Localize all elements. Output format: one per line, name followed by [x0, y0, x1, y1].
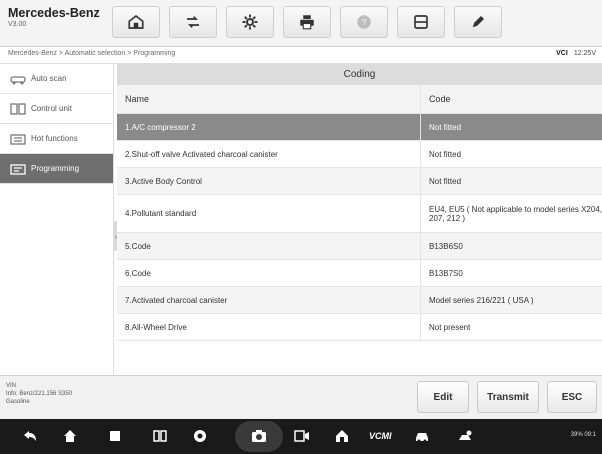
- brand-name: Mercedes-Benz: [8, 6, 100, 20]
- vehicle-home-button[interactable]: [332, 427, 352, 445]
- row-name: 8.All-Wheel Drive: [117, 313, 421, 341]
- sidebar-item-label: Programming: [31, 164, 80, 173]
- sidebar: Auto scan Control unit Hot functions Pro…: [0, 64, 114, 374]
- back-icon: [24, 431, 36, 441]
- row-code: B13B6S0: [420, 232, 602, 260]
- row-name: 2.Shut-off valve Activated charcoal cani…: [117, 140, 421, 168]
- system-nav-bar: VCMI 39% 09:1: [0, 419, 602, 454]
- multi-window-icon: [153, 430, 167, 442]
- hot-functions-icon: [10, 133, 26, 145]
- browser-icon: [194, 430, 206, 442]
- car-icon: [416, 433, 428, 443]
- breadcrumb-bar: Mercedes-Benz > Automatic selection > Pr…: [0, 47, 602, 64]
- sidebar-item-auto-scan[interactable]: Auto scan: [0, 64, 113, 94]
- table-row[interactable]: 2.Shut-off valve Activated charcoal cani…: [117, 140, 602, 168]
- sidebar-item-programming[interactable]: Programming: [0, 154, 113, 184]
- sidebar-item-label: Control unit: [31, 104, 72, 113]
- print-button[interactable]: [283, 6, 331, 38]
- app-version: V3.00: [8, 21, 27, 28]
- edit-icon: [472, 16, 484, 28]
- row-code: Not present: [420, 313, 602, 341]
- row-name: 4.Pollutant standard: [117, 194, 421, 233]
- help-button[interactable]: ?: [340, 6, 388, 38]
- settings-button[interactable]: [226, 6, 274, 38]
- table-row[interactable]: 7.Activated charcoal canister Model seri…: [117, 286, 602, 314]
- row-name: 3.Active Body Control: [117, 167, 421, 195]
- home-icon: [64, 430, 76, 442]
- save-icon: [414, 15, 428, 29]
- top-toolbar: Mercedes-Benz V3.00 ?: [0, 0, 602, 47]
- column-header-name: Name: [117, 85, 421, 114]
- recent-apps-icon: [110, 431, 120, 441]
- action-footer: VIN Info: Benz/221.156 S350 Gasoline Edi…: [0, 375, 602, 420]
- vci-status: VCI: [556, 50, 568, 57]
- multi-window-button[interactable]: [150, 427, 170, 445]
- svg-text:?: ?: [362, 18, 367, 27]
- car-scan-icon: [10, 73, 26, 85]
- screen-record-button[interactable]: [292, 427, 312, 445]
- row-name: 6.Code: [117, 259, 421, 287]
- row-code: Not fitted: [420, 167, 602, 195]
- camera-icon: [252, 430, 266, 442]
- coding-table: Name Code 1.A/C compressor 2 Not fitted …: [117, 85, 602, 341]
- recent-apps-button[interactable]: [105, 427, 125, 445]
- column-header-code: Code: [420, 85, 602, 114]
- vehicle-home-icon: [336, 430, 348, 442]
- screen-record-icon: [294, 430, 309, 442]
- sidebar-item-hot-functions[interactable]: Hot functions: [0, 124, 113, 154]
- table-row[interactable]: 3.Active Body Control Not fitted: [117, 167, 602, 195]
- table-row[interactable]: 1.A/C compressor 2 Not fitted: [117, 113, 602, 141]
- vehicle-info: VIN Info: Benz/221.156 S350 Gasoline: [6, 382, 72, 406]
- edit-action-button[interactable]: Edit: [417, 381, 469, 413]
- vehicle-swap-button[interactable]: [169, 6, 217, 38]
- row-code: B13B7S0: [420, 259, 602, 287]
- settings-icon: [242, 14, 258, 30]
- home-nav-button[interactable]: [60, 427, 80, 445]
- sidebar-item-label: Auto scan: [31, 74, 67, 83]
- table-row[interactable]: 8.All-Wheel Drive Not present: [117, 313, 602, 341]
- diagnostics-button[interactable]: [455, 427, 475, 445]
- printer-icon: [300, 15, 314, 30]
- row-code: Model series 216/221 ( USA ): [420, 286, 602, 314]
- vcmi-button[interactable]: VCMI: [369, 431, 392, 441]
- coding-panel: Coding Name Code 1.A/C compressor 2 Not …: [117, 64, 602, 374]
- vehicle-model: Info: Benz/221.156 S350: [6, 391, 73, 397]
- app-window: Mercedes-Benz V3.00 ? Mercedes-Benz > Au…: [0, 0, 602, 454]
- sidebar-item-control-unit[interactable]: Control unit: [0, 94, 113, 124]
- status-area: VCI 12:25V: [556, 50, 596, 57]
- car-button[interactable]: [412, 427, 432, 445]
- esc-button[interactable]: ESC: [547, 381, 597, 413]
- home-button[interactable]: [112, 6, 160, 38]
- row-name: 5.Code: [117, 232, 421, 260]
- row-code: Not fitted: [420, 113, 602, 141]
- row-name: 1.A/C compressor 2: [117, 113, 421, 141]
- home-icon: [128, 14, 144, 29]
- coding-title: Coding: [117, 64, 602, 85]
- diagnostics-icon: [459, 430, 472, 440]
- vin-label: VIN: [6, 383, 17, 389]
- transmit-button[interactable]: Transmit: [477, 381, 539, 413]
- row-name: 7.Activated charcoal canister: [117, 286, 421, 314]
- row-code: EU4, EU5 ( Not applicable to model serie…: [420, 194, 602, 233]
- edit-button[interactable]: [454, 6, 502, 38]
- row-code: Not fitted: [420, 140, 602, 168]
- table-row[interactable]: 4.Pollutant standard EU4, EU5 ( Not appl…: [117, 194, 602, 233]
- programming-icon: [10, 163, 26, 175]
- fuel-type: Gasoline: [6, 399, 30, 405]
- table-row[interactable]: 5.Code B13B6S0: [117, 232, 602, 260]
- battery-voltage: 12:25V: [573, 50, 596, 57]
- help-icon: ?: [357, 15, 371, 29]
- back-button[interactable]: [20, 427, 40, 445]
- save-button[interactable]: [397, 6, 445, 38]
- table-header-row: Name Code: [117, 85, 602, 114]
- sidebar-item-label: Hot functions: [31, 134, 78, 143]
- breadcrumb: Mercedes-Benz > Automatic selection > Pr…: [8, 50, 176, 57]
- brand-block: Mercedes-Benz V3.00: [8, 6, 100, 28]
- table-row[interactable]: 6.Code B13B7S0: [117, 259, 602, 287]
- screenshot-button[interactable]: [249, 427, 269, 445]
- control-unit-icon: [10, 102, 26, 115]
- vehicle-swap-icon: [187, 16, 199, 28]
- system-status: 39% 09:1: [570, 432, 596, 438]
- browser-button[interactable]: [190, 427, 210, 445]
